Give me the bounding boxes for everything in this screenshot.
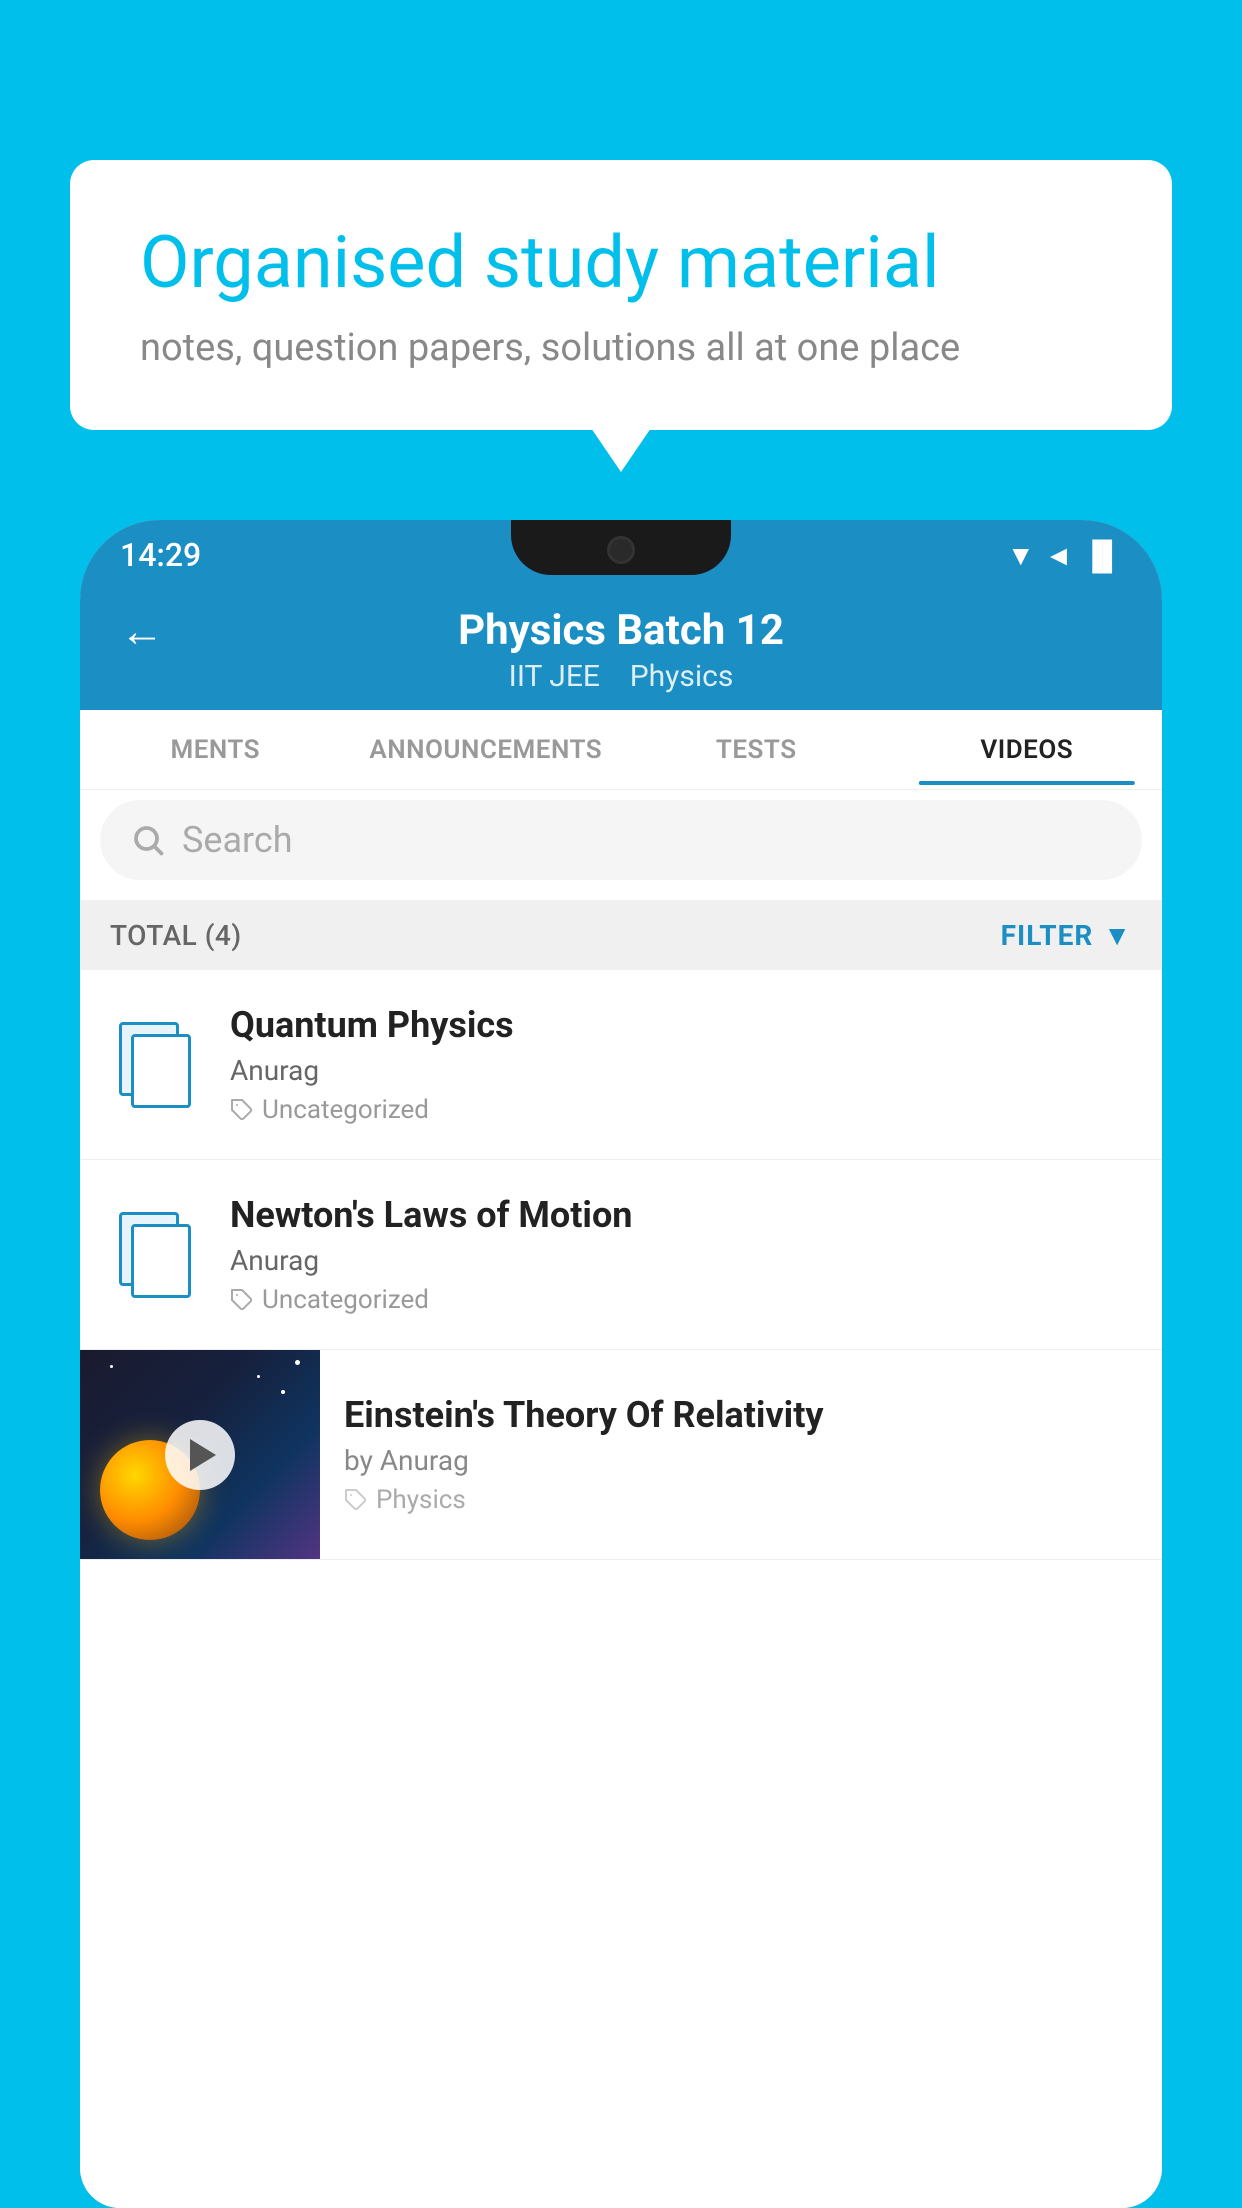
search-bar[interactable]: Search — [100, 800, 1142, 880]
list-item[interactable]: Newton's Laws of Motion Anurag Uncategor… — [80, 1160, 1162, 1350]
video-info: Quantum Physics Anurag Uncategorized — [230, 1004, 1132, 1125]
video-tag: Uncategorized — [230, 1095, 1132, 1125]
signal-icon: ◄ — [1045, 539, 1073, 572]
tag-icon — [230, 1098, 254, 1122]
video-title: Einstein's Theory Of Relativity — [344, 1394, 1142, 1436]
filter-button[interactable]: FILTER ▼ — [1001, 919, 1132, 952]
search-icon — [130, 822, 166, 858]
status-time: 14:29 — [120, 536, 201, 574]
doc-icon — [119, 1022, 191, 1108]
phone-camera — [607, 536, 635, 564]
play-triangle-icon — [190, 1439, 216, 1471]
back-button[interactable]: ← — [120, 605, 164, 657]
doc-icon-container — [110, 1210, 200, 1300]
video-author: by Anurag — [344, 1444, 1142, 1477]
tabs-bar: MENTS ANNOUNCEMENTS TESTS VIDEOS — [80, 710, 1162, 790]
tab-videos[interactable]: VIDEOS — [892, 715, 1163, 785]
phone-notch — [511, 520, 731, 575]
list-item[interactable]: Quantum Physics Anurag Uncategorized — [80, 970, 1162, 1160]
search-placeholder: Search — [182, 819, 293, 861]
tab-announcements[interactable]: ANNOUNCEMENTS — [351, 715, 622, 785]
speech-bubble-subtitle: notes, question papers, solutions all at… — [140, 326, 1102, 370]
app-header-row: ← Physics Batch 12 — [80, 606, 1162, 655]
video-title: Quantum Physics — [230, 1004, 1132, 1046]
phone-frame: 14:29 ▼ ◄ ▐▌ ← Physics Batch 12 IIT JEE … — [80, 520, 1162, 2208]
video-author: Anurag — [230, 1244, 1132, 1277]
video-tag: Physics — [344, 1485, 1142, 1515]
doc-page-front — [131, 1224, 191, 1298]
doc-icon — [119, 1212, 191, 1298]
batch-tag-physics: Physics — [630, 659, 734, 694]
video-thumbnail — [80, 1350, 320, 1560]
video-tag: Uncategorized — [230, 1285, 1132, 1315]
tag-label: Uncategorized — [262, 1285, 429, 1315]
status-icons: ▼ ◄ ▐▌ — [1007, 539, 1122, 572]
video-title: Newton's Laws of Motion — [230, 1194, 1132, 1236]
tab-ments[interactable]: MENTS — [80, 715, 351, 785]
video-author: Anurag — [230, 1054, 1132, 1087]
speech-bubble-title: Organised study material — [140, 220, 1102, 306]
filter-icon: ▼ — [1103, 919, 1132, 952]
video-info: Einstein's Theory Of Relativity by Anura… — [320, 1374, 1162, 1535]
wifi-icon: ▼ — [1007, 539, 1035, 572]
speech-bubble: Organised study material notes, question… — [70, 160, 1172, 430]
total-label: TOTAL (4) — [110, 919, 242, 952]
doc-page-front — [131, 1034, 191, 1108]
list-item[interactable]: Einstein's Theory Of Relativity by Anura… — [80, 1350, 1162, 1560]
speech-bubble-container: Organised study material notes, question… — [70, 160, 1172, 430]
tag-icon — [230, 1288, 254, 1312]
batch-tag-iit: IIT JEE — [509, 659, 600, 694]
tag-label: Uncategorized — [262, 1095, 429, 1125]
filter-row: TOTAL (4) FILTER ▼ — [80, 900, 1162, 970]
app-header: ← Physics Batch 12 IIT JEE Physics — [80, 590, 1162, 710]
play-button[interactable] — [165, 1420, 235, 1490]
tab-tests[interactable]: TESTS — [621, 715, 892, 785]
page-subtitle: IIT JEE Physics — [509, 659, 734, 694]
page-title: Physics Batch 12 — [458, 606, 784, 655]
phone-screen: 14:29 ▼ ◄ ▐▌ ← Physics Batch 12 IIT JEE … — [80, 520, 1162, 2208]
battery-icon: ▐▌ — [1082, 539, 1122, 572]
filter-label: FILTER — [1001, 919, 1094, 952]
tag-icon — [344, 1488, 368, 1512]
tag-label: Physics — [376, 1485, 466, 1515]
video-info: Newton's Laws of Motion Anurag Uncategor… — [230, 1194, 1132, 1315]
doc-icon-container — [110, 1020, 200, 1110]
video-list: Quantum Physics Anurag Uncategorized — [80, 970, 1162, 2208]
